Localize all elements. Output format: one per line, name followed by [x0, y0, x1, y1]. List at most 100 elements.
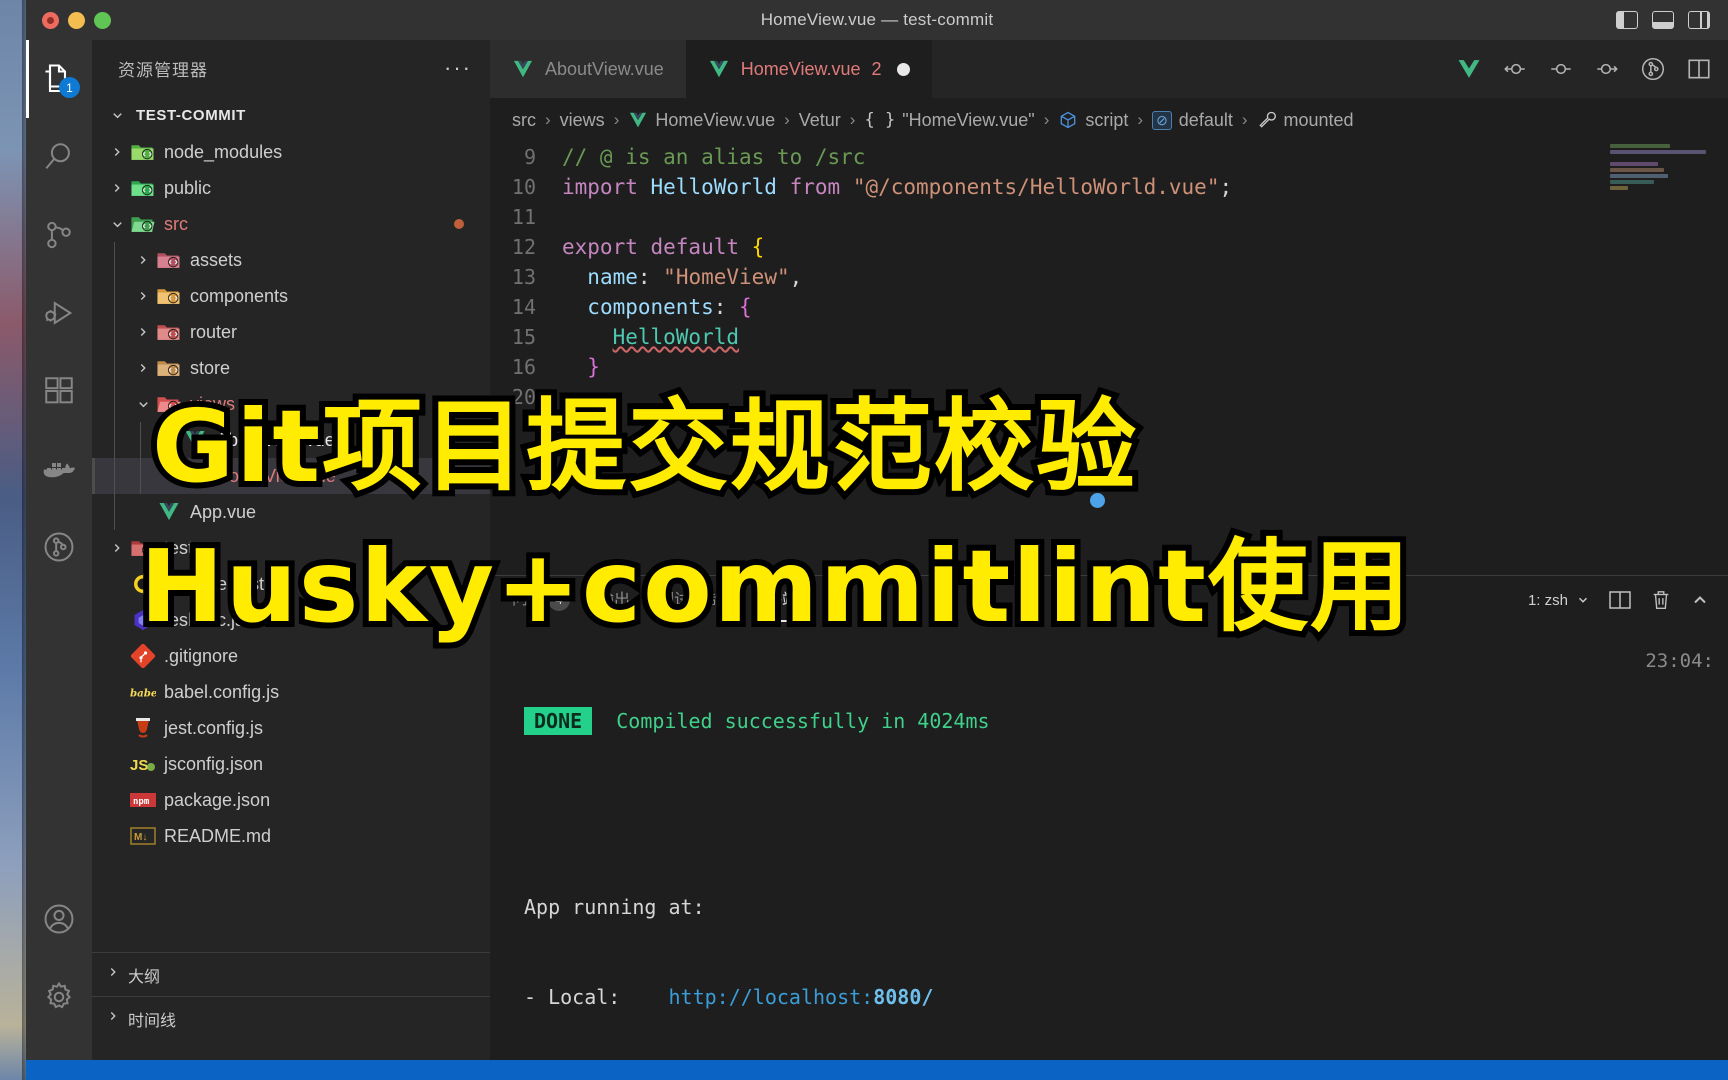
folder-assets-icon	[157, 253, 180, 268]
sidebar-more-actions-icon[interactable]: ···	[444, 55, 472, 81]
vue-icon	[154, 502, 184, 522]
breadcrumb-item-label: mounted	[1283, 109, 1354, 130]
tree-item-views[interactable]: views	[92, 386, 490, 422]
breadcrumb-item[interactable]: views	[560, 110, 605, 131]
tree-item-readme-md[interactable]: M↓ README.md	[92, 818, 490, 854]
breadcrumb-item[interactable]: HomeView.vue	[628, 110, 775, 131]
editor-tab-modified-indicator[interactable]	[896, 62, 910, 76]
chevron-down-icon[interactable]	[132, 397, 154, 412]
tree-item-package-json[interactable]: npm package.json	[92, 782, 490, 818]
workspace-root-row[interactable]: TEST-COMMIT	[92, 96, 490, 134]
breadcrumb-item[interactable]: mounted	[1257, 110, 1354, 131]
code-token: "@/components/HelloWorld.vue"	[852, 175, 1220, 199]
activity-item-extensions[interactable]	[26, 352, 92, 430]
chevron-right-icon[interactable]	[132, 289, 154, 303]
tree-item--gitignore[interactable]: .gitignore	[92, 638, 490, 674]
toggle-secondary-sidebar-icon[interactable]	[1688, 11, 1710, 29]
activity-item-git-graph[interactable]	[26, 508, 92, 586]
kill-terminal-icon[interactable]	[1650, 588, 1672, 612]
tree-item-label: .eslintrc.js	[164, 609, 245, 630]
activity-item-docker[interactable]	[26, 430, 92, 508]
activity-item-accounts[interactable]	[26, 880, 92, 958]
breadcrumb-item[interactable]: { } "HomeView.vue"	[864, 110, 1034, 131]
activity-item-search[interactable]	[26, 118, 92, 196]
terminal-timestamp: 23:04:	[1645, 650, 1714, 672]
chevron-right-icon[interactable]	[132, 361, 154, 375]
local-url[interactable]: http://localhost:	[669, 985, 874, 1009]
terminal-output[interactable]: DONE Compiled successfully in 4024ms App…	[490, 624, 1728, 1080]
sidebar-section-outline[interactable]: 大纲	[92, 952, 490, 996]
tree-item-src[interactable]: src	[92, 206, 490, 242]
split-terminal-icon[interactable]	[1608, 589, 1632, 611]
panel-tab-0[interactable]: 问题 4	[512, 585, 571, 615]
panel-tab-1[interactable]: 输出	[598, 586, 630, 614]
tree-item-aboutview-vue[interactable]: AboutView.vue	[92, 422, 490, 458]
tree-item-homeview-vue[interactable]: HomeView.vue 2	[92, 458, 490, 494]
editor-minimap[interactable]	[1604, 142, 1722, 622]
tree-item-tests[interactable]: tests	[92, 530, 490, 566]
tree-item-store[interactable]: store	[92, 350, 490, 386]
chevron-right-icon[interactable]	[132, 253, 154, 267]
folder-views-icon	[157, 397, 181, 412]
tree-item-router[interactable]: router	[92, 314, 490, 350]
tree-item-jsconfig-json[interactable]: JS jsconfig.json	[92, 746, 490, 782]
split-icon[interactable]	[1548, 56, 1574, 82]
chevron-right-icon[interactable]	[106, 145, 128, 159]
toggle-primary-sidebar-icon[interactable]	[1616, 11, 1638, 29]
chevron-right-icon	[114, 148, 120, 156]
debug-breakpoint-icon[interactable]	[1090, 493, 1105, 508]
sidebar-section-timeline[interactable]: 时间线	[92, 996, 490, 1040]
editor-tab-aboutview[interactable]: AboutView.vue	[490, 40, 686, 98]
chevron-down-icon[interactable]	[106, 217, 128, 232]
code-token: HelloWorld	[650, 175, 777, 199]
tree-item-components[interactable]: components	[92, 278, 490, 314]
activity-item-source-control[interactable]	[26, 196, 92, 274]
folder-test-icon	[128, 537, 158, 559]
code-token: components	[587, 295, 714, 319]
tree-item-babel-config-js[interactable]: babel babel.config.js	[92, 674, 490, 710]
folder-components-icon	[157, 289, 180, 304]
babel-icon: babel	[128, 682, 158, 702]
git-graph-icon[interactable]	[1640, 56, 1666, 82]
tree-item-public[interactable]: public	[92, 170, 490, 206]
tree-item-jest-config-js[interactable]: jest.config.js	[92, 710, 490, 746]
tree-item-assets[interactable]: assets	[92, 242, 490, 278]
status-bar[interactable]	[26, 1060, 1728, 1080]
split-left-icon[interactable]	[1502, 56, 1528, 82]
tree-item-label: jsconfig.json	[164, 753, 264, 774]
chevron-right-icon[interactable]	[106, 541, 128, 555]
vscode-window: HomeView.vue — test-commit 1 资源管理器 ··· T…	[0, 0, 1728, 1080]
split-editor-icon[interactable]	[1686, 57, 1712, 81]
vetur-icon[interactable]	[1456, 58, 1482, 80]
tree-item-app-vue[interactable]: App.vue	[92, 494, 490, 530]
toggle-panel-icon[interactable]	[1652, 11, 1674, 29]
panel-tab-3[interactable]: 终端	[766, 586, 799, 622]
breadcrumb-item-label: HomeView.vue	[655, 109, 776, 130]
tree-item--browserslistrc[interactable]: .browserslistrc	[92, 566, 490, 602]
breadcrumb-item[interactable]: Vetur	[799, 110, 841, 131]
vue-icon	[159, 502, 179, 521]
breadcrumb-item[interactable]: src	[512, 110, 536, 131]
git-icon	[131, 644, 155, 668]
breadcrumb-item[interactable]: script	[1058, 110, 1128, 131]
terminal-selector[interactable]: 1: zsh	[1528, 592, 1590, 609]
chevron-right-icon[interactable]	[106, 181, 128, 195]
local-port[interactable]: 8080/	[873, 985, 933, 1009]
jest-icon	[136, 718, 150, 738]
panel-tab-2[interactable]: 调试控制台	[658, 586, 738, 614]
editor-tab-homeview[interactable]: HomeView.vue 2	[685, 40, 932, 98]
tree-item--eslintrc-js[interactable]: .eslintrc.js	[92, 602, 490, 638]
chevron-right-icon[interactable]	[132, 325, 154, 339]
activity-item-manage[interactable]	[26, 958, 92, 1036]
chevron-up-icon[interactable]	[1690, 590, 1710, 610]
tree-item-node-modules[interactable]: node_modules	[92, 134, 490, 170]
code-editor[interactable]: 9 // @ is an alias to /src 10 import HelloW…	[490, 142, 1728, 622]
breadcrumb-item[interactable]: ⊘ default	[1152, 110, 1233, 131]
folder-src-icon	[128, 213, 158, 235]
vue-icon	[185, 466, 205, 485]
line-number: 13	[511, 265, 536, 289]
split-right-icon[interactable]	[1594, 56, 1620, 82]
activity-item-explorer[interactable]: 1	[26, 40, 92, 118]
activity-item-run-and-debug[interactable]	[26, 274, 92, 352]
